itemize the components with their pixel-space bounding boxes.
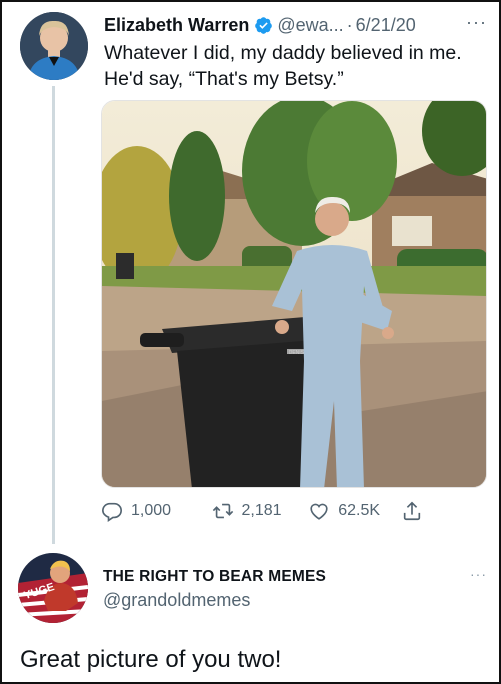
share-button[interactable] bbox=[401, 500, 431, 522]
tweet-photo[interactable]: DENISE NUS bbox=[101, 100, 487, 488]
like-count: 62.5K bbox=[338, 502, 381, 519]
more-icon[interactable]: ··· bbox=[466, 12, 487, 33]
reply-more-icon[interactable]: ··· bbox=[470, 566, 487, 582]
separator-dot: · bbox=[346, 14, 353, 35]
tweet-text: Whatever I did, my daddy believed in me.… bbox=[104, 42, 462, 90]
photo-illustration: DENISE NUS bbox=[102, 101, 486, 487]
retweet-button[interactable]: 2,181 bbox=[212, 500, 309, 522]
author-handle[interactable]: @ewa... bbox=[277, 15, 343, 36]
reply-author-avatar[interactable]: YUGE bbox=[18, 553, 88, 623]
retweet-icon bbox=[212, 503, 233, 519]
tweet-date[interactable]: 6/21/20 bbox=[356, 15, 416, 36]
like-button[interactable]: 62.5K bbox=[308, 500, 401, 522]
author-avatar[interactable] bbox=[20, 12, 88, 80]
reply-icon bbox=[102, 502, 122, 522]
reply-author-handle[interactable]: @grandoldmemes bbox=[103, 590, 250, 611]
tweet-actions: 1,000 2,181 62.5K bbox=[101, 496, 431, 526]
reply-count: 1,000 bbox=[131, 502, 172, 519]
reply-author-name[interactable]: THE RIGHT TO BEAR MEMES bbox=[103, 568, 326, 586]
retweet-count: 2,181 bbox=[241, 502, 282, 519]
reply-button[interactable]: 1,000 bbox=[101, 500, 212, 522]
reply-text: Great picture of you two! bbox=[20, 646, 282, 673]
thread-connector-line bbox=[52, 86, 55, 544]
like-icon bbox=[310, 503, 328, 520]
author-name[interactable]: Elizabeth Warren bbox=[104, 15, 249, 36]
verified-badge-icon bbox=[254, 16, 273, 35]
tweet-header: Elizabeth Warren @ewa... · 6/21/20 ··· bbox=[104, 12, 487, 38]
share-icon bbox=[403, 501, 421, 521]
